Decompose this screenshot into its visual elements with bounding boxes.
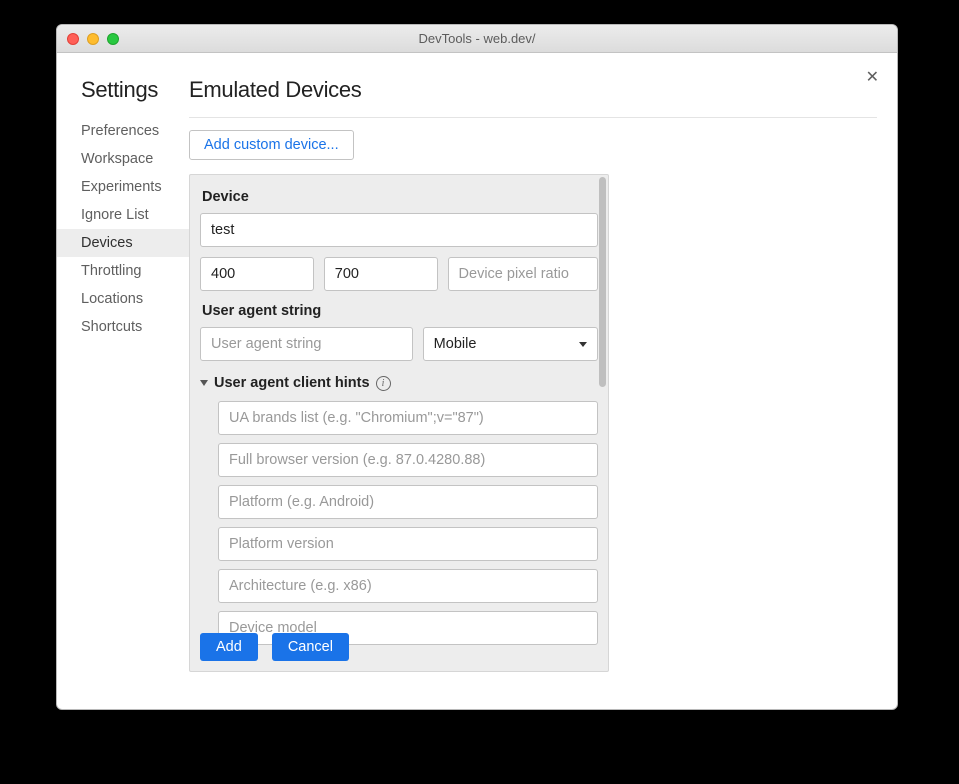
ua-string-input[interactable]: [200, 327, 413, 361]
device-pixel-ratio-input[interactable]: [448, 257, 598, 291]
sidebar-item-workspace[interactable]: Workspace: [57, 145, 189, 173]
window: DevTools - web.dev/ ✕ Settings Preferenc…: [56, 24, 898, 710]
titlebar: DevTools - web.dev/: [57, 25, 897, 53]
settings-nav: Preferences Workspace Experiments Ignore…: [81, 117, 189, 341]
platform-input[interactable]: [218, 485, 598, 519]
device-section-label: Device: [202, 189, 596, 205]
content: ✕ Settings Preferences Workspace Experim…: [57, 53, 897, 709]
sidebar-item-label: Devices: [81, 235, 133, 251]
sidebar: Settings Preferences Workspace Experimen…: [57, 53, 189, 709]
add-custom-device-button[interactable]: Add custom device...: [189, 130, 354, 160]
minimize-window-button[interactable]: [87, 33, 99, 45]
main: Emulated Devices Add custom device... De…: [189, 53, 897, 709]
platform-version-input[interactable]: [218, 527, 598, 561]
settings-title: Settings: [81, 77, 189, 103]
client-hints-fields: [200, 401, 598, 645]
page-title: Emulated Devices: [189, 77, 877, 103]
close-icon[interactable]: ✕: [862, 63, 883, 91]
chevron-down-icon: [579, 342, 587, 347]
sidebar-item-label: Locations: [81, 291, 143, 307]
sidebar-item-label: Ignore List: [81, 207, 149, 223]
sidebar-item-experiments[interactable]: Experiments: [57, 173, 189, 201]
triangle-down-icon: [200, 380, 208, 386]
client-hints-disclosure[interactable]: User agent client hints i: [200, 375, 598, 391]
add-button[interactable]: Add: [200, 633, 258, 661]
device-form: Device User agent string Mobile: [189, 174, 609, 672]
sidebar-item-locations[interactable]: Locations: [57, 285, 189, 313]
zoom-window-button[interactable]: [107, 33, 119, 45]
info-icon[interactable]: i: [376, 376, 391, 391]
sidebar-item-label: Preferences: [81, 123, 159, 139]
sidebar-item-label: Throttling: [81, 263, 141, 279]
window-title: DevTools - web.dev/: [57, 31, 897, 46]
cancel-button[interactable]: Cancel: [272, 633, 349, 661]
device-name-input[interactable]: [200, 213, 598, 247]
sidebar-item-throttling[interactable]: Throttling: [57, 257, 189, 285]
ua-type-select[interactable]: Mobile: [423, 327, 598, 361]
traffic-lights: [67, 33, 119, 45]
close-window-button[interactable]: [67, 33, 79, 45]
form-buttons: Add Cancel: [200, 633, 349, 661]
sidebar-item-label: Workspace: [81, 151, 153, 167]
sidebar-item-label: Experiments: [81, 179, 162, 195]
scrollbar[interactable]: [599, 177, 606, 387]
sidebar-item-shortcuts[interactable]: Shortcuts: [57, 313, 189, 341]
client-hints-label: User agent client hints: [214, 375, 370, 391]
device-height-input[interactable]: [324, 257, 438, 291]
sidebar-item-preferences[interactable]: Preferences: [57, 117, 189, 145]
ua-section-label: User agent string: [202, 303, 596, 319]
architecture-input[interactable]: [218, 569, 598, 603]
sidebar-item-label: Shortcuts: [81, 319, 142, 335]
sidebar-item-devices[interactable]: Devices: [57, 229, 189, 257]
full-browser-version-input[interactable]: [218, 443, 598, 477]
ua-type-value: Mobile: [424, 328, 579, 360]
device-width-input[interactable]: [200, 257, 314, 291]
sidebar-item-ignore-list[interactable]: Ignore List: [57, 201, 189, 229]
ua-brands-input[interactable]: [218, 401, 598, 435]
divider: [189, 117, 877, 118]
